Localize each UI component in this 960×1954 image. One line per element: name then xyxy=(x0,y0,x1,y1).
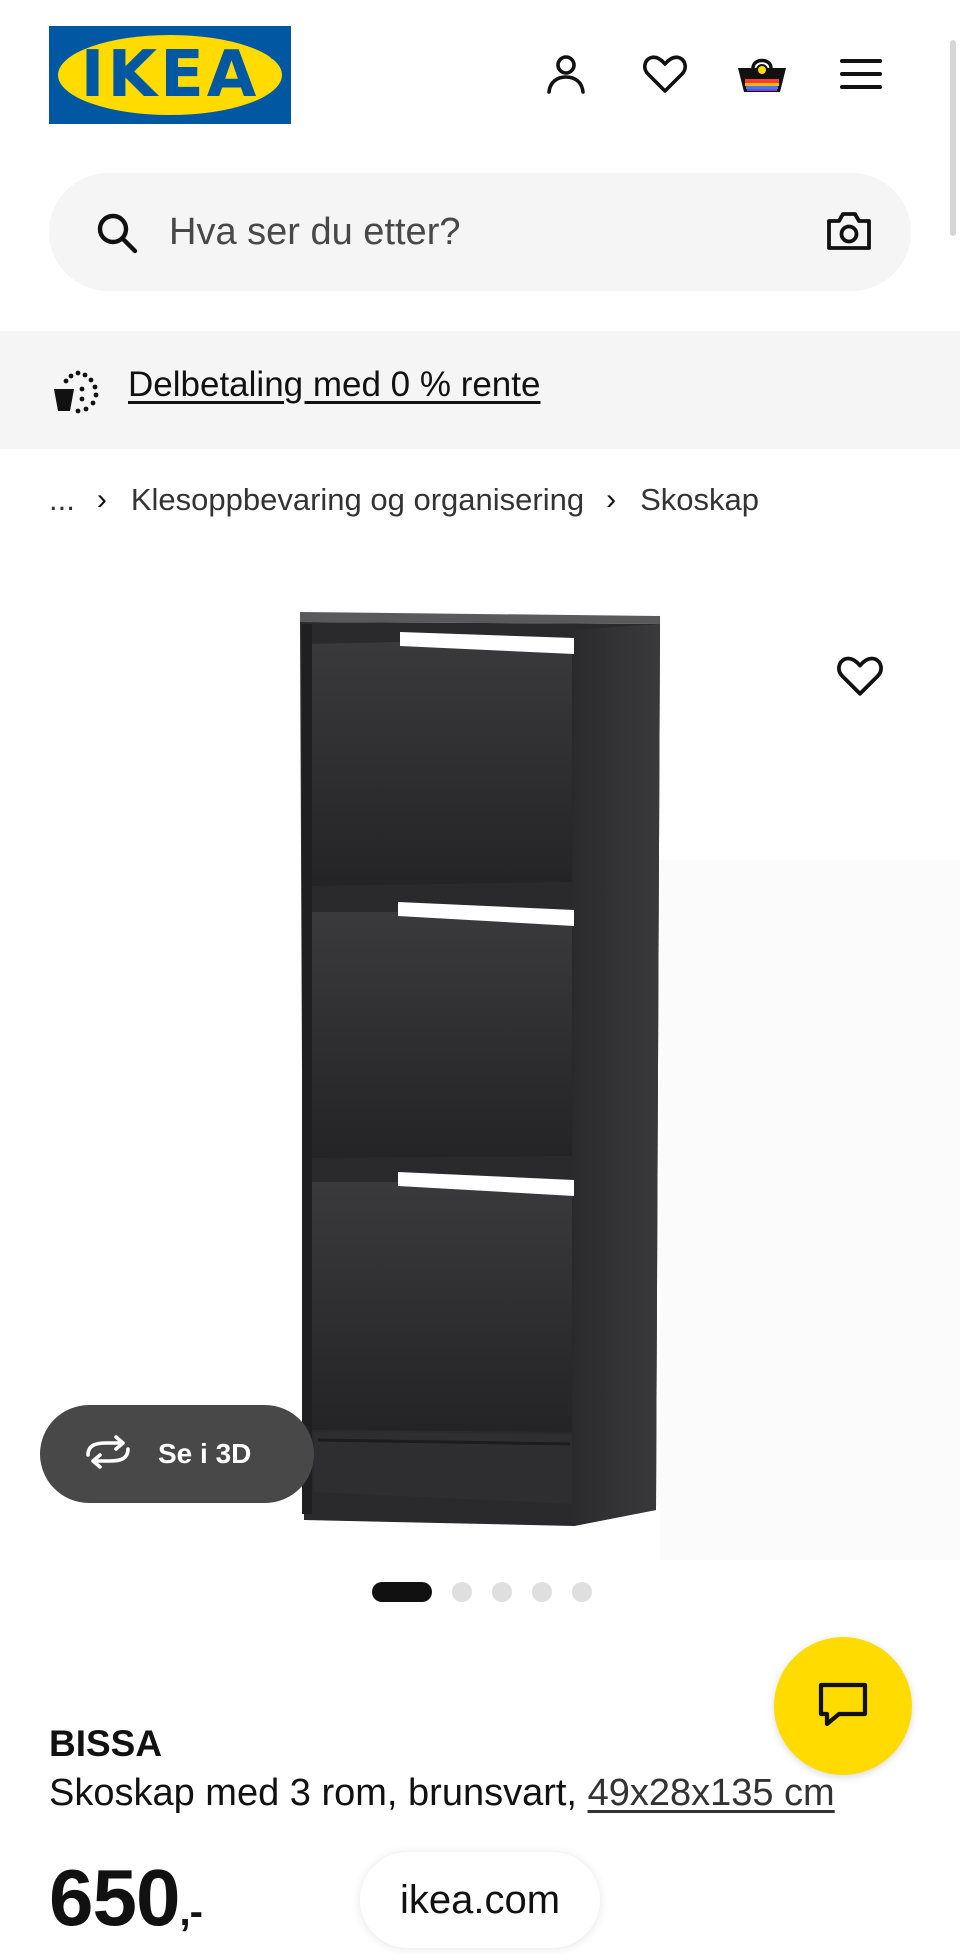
view-in-3d-label: Se i 3D xyxy=(158,1438,252,1469)
search-bar[interactable] xyxy=(49,173,911,291)
promo-banner: Delbetaling med 0 % rente xyxy=(0,331,960,449)
carousel-dot-active[interactable] xyxy=(372,1582,432,1602)
scrollbar[interactable] xyxy=(950,40,956,236)
product-dimensions-link[interactable]: 49x28x135 cm xyxy=(588,1772,835,1814)
ikea-logo[interactable]: IKEA ® xyxy=(49,26,291,124)
product-name: BISSA xyxy=(49,1723,163,1764)
price-suffix: ,- xyxy=(179,1890,202,1934)
chevron-right-icon: › xyxy=(96,483,107,516)
chat-button[interactable] xyxy=(774,1637,912,1775)
favorite-heart-icon[interactable] xyxy=(836,654,888,706)
menu-icon[interactable] xyxy=(835,48,887,100)
carousel-dot[interactable] xyxy=(452,1582,472,1602)
product-description-text: Skoskap med 3 rom, brunsvart, xyxy=(49,1772,588,1814)
product-description: Skoskap med 3 rom, brunsvart, 49x28x135 … xyxy=(49,1772,835,1815)
breadcrumb: ... › Klesoppbevaring og organisering › … xyxy=(49,478,759,522)
price-value: 650 xyxy=(49,1853,180,1942)
basket-icon[interactable] xyxy=(736,48,788,100)
user-icon[interactable] xyxy=(540,48,592,100)
rotate-3d-icon xyxy=(82,1434,134,1474)
chat-bubble-icon xyxy=(817,1680,869,1733)
browser-url-bar[interactable]: ikea.com xyxy=(360,1852,600,1948)
carousel-dot[interactable] xyxy=(492,1582,512,1602)
logo-registered-mark: ® xyxy=(269,51,277,62)
site-header: IKEA ® xyxy=(0,0,960,160)
search-input[interactable] xyxy=(169,201,789,263)
installment-icon xyxy=(52,367,104,415)
chevron-right-icon: › xyxy=(606,483,617,516)
breadcrumb-item-clothes-storage[interactable]: Klesoppbevaring og organisering xyxy=(131,482,584,518)
product-price: 650,- xyxy=(49,1852,203,1944)
logo-text: IKEA xyxy=(80,38,260,112)
carousel-dots xyxy=(372,1582,592,1602)
carousel-dot[interactable] xyxy=(532,1582,552,1602)
camera-icon[interactable] xyxy=(825,209,873,257)
search-icon[interactable] xyxy=(93,209,141,257)
view-in-3d-button[interactable]: Se i 3D xyxy=(40,1405,314,1503)
carousel-dot[interactable] xyxy=(572,1582,592,1602)
breadcrumb-ellipsis[interactable]: ... xyxy=(49,482,75,518)
breadcrumb-item-shoe-cabinet[interactable]: Skoskap xyxy=(640,482,759,518)
heart-icon[interactable] xyxy=(639,48,691,100)
installment-link[interactable]: Delbetaling med 0 % rente xyxy=(128,365,540,405)
